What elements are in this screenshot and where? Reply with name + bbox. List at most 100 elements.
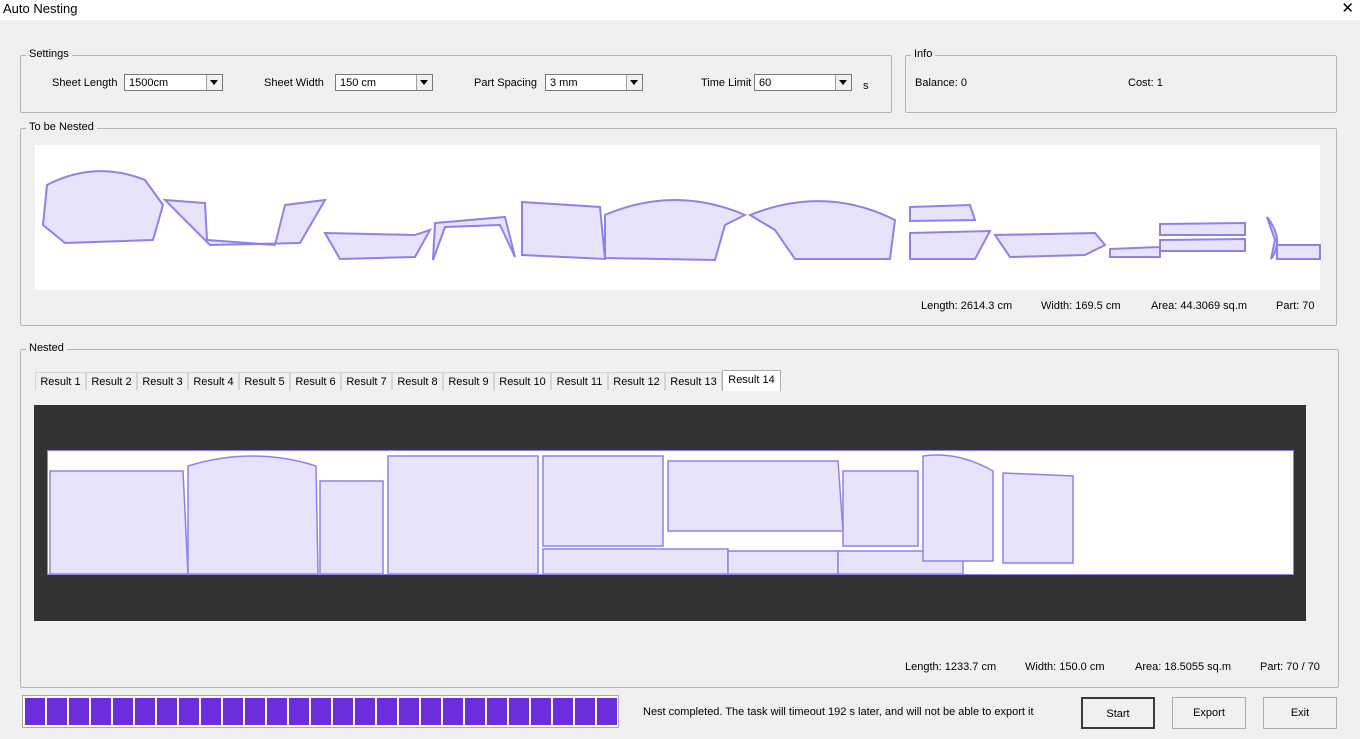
window-title: Auto Nesting: [3, 1, 78, 16]
tab-result-6[interactable]: Result 6: [290, 372, 341, 390]
part-shape: [604, 199, 748, 262]
tbn-width: Width: 169.5 cm: [1041, 300, 1121, 312]
settings-legend: Settings: [26, 48, 72, 60]
part-shape: [162, 198, 327, 247]
progress-segment: [135, 698, 155, 725]
start-button[interactable]: Start: [1081, 697, 1155, 729]
nested-sheet: [47, 450, 1294, 575]
title-bar: Auto Nesting ✕: [0, 0, 1360, 20]
part-shape: [542, 548, 729, 575]
progress-segment: [113, 698, 133, 725]
part-spacing-select[interactable]: 3 mm: [545, 74, 643, 91]
tab-result-5[interactable]: Result 5: [239, 372, 290, 390]
tab-result-8[interactable]: Result 8: [392, 372, 443, 390]
sheet-width-select[interactable]: 150 cm: [335, 74, 433, 91]
sheet-length-select[interactable]: 1500cm: [124, 74, 223, 91]
parts-preview: [35, 145, 1321, 290]
tbn-area: Area: 44.3069 sq.m: [1151, 300, 1248, 312]
progress-segment: [179, 698, 199, 725]
progress-segment: [421, 698, 441, 725]
progress-segment: [509, 698, 529, 725]
part-shape: [49, 470, 189, 575]
info-legend: Info: [911, 48, 936, 60]
tab-result-4[interactable]: Result 4: [188, 372, 239, 390]
progress-segment: [245, 698, 265, 725]
progress-segment: [443, 698, 463, 725]
export-button[interactable]: Export: [1172, 697, 1246, 729]
part-shape: [1266, 216, 1278, 260]
tab-result-10[interactable]: Result 10: [494, 372, 551, 390]
chevron-down-icon[interactable]: [206, 75, 222, 90]
part-shape: [1109, 245, 1161, 258]
tab-result-1[interactable]: Result 1: [35, 372, 86, 390]
status-text: Nest completed. The task will timeout 19…: [643, 706, 1034, 718]
to-be-nested-legend: To be Nested: [26, 121, 97, 133]
part-spacing-value: 3 mm: [550, 77, 578, 89]
progress-segment: [69, 698, 89, 725]
tbn-parts: Part: 70: [1276, 300, 1315, 312]
progress-segment: [597, 698, 617, 725]
chevron-down-icon[interactable]: [416, 75, 432, 90]
time-limit-value: 60: [759, 77, 772, 89]
sheet-width-value: 150 cm: [340, 77, 377, 89]
tab-result-3[interactable]: Result 3: [137, 372, 188, 390]
part-shape: [323, 228, 433, 261]
sheet-length-label: Sheet Length: [52, 77, 118, 89]
part-shape: [387, 455, 539, 575]
nested-area: Area: 18.5055 sq.m: [1135, 661, 1232, 673]
exit-button[interactable]: Exit: [1263, 697, 1337, 729]
progress-segment: [289, 698, 309, 725]
part-shape: [1159, 221, 1246, 236]
sheet-width-label: Sheet Width: [264, 77, 324, 89]
part-shape: [922, 454, 994, 562]
progress-segment: [575, 698, 595, 725]
close-icon[interactable]: ✕: [1341, 0, 1354, 17]
progress-segment: [399, 698, 419, 725]
progress-segment: [201, 698, 221, 725]
time-limit-select[interactable]: 60: [754, 74, 852, 91]
chevron-down-icon[interactable]: [835, 75, 851, 90]
progress-segment: [157, 698, 177, 725]
nested-parts: Part: 70 / 70: [1260, 661, 1320, 673]
part-shape: [521, 200, 607, 261]
part-shape: [1276, 244, 1321, 260]
tab-result-9[interactable]: Result 9: [443, 372, 494, 390]
sheet-length-value: 1500cm: [129, 77, 169, 89]
part-shape: [1002, 472, 1074, 564]
chevron-down-icon[interactable]: [626, 75, 642, 90]
tab-result-2[interactable]: Result 2: [86, 372, 137, 390]
nested-parts-shapes: [49, 454, 1074, 575]
part-shape: [319, 480, 384, 575]
tab-result-11[interactable]: Result 11: [551, 372, 608, 390]
cost-text: Cost: 1: [1128, 77, 1163, 89]
nested-width: Width: 150.0 cm: [1025, 661, 1105, 673]
time-limit-unit: s: [863, 80, 869, 92]
part-spacing-label: Part Spacing: [474, 77, 537, 89]
progress-segment: [333, 698, 353, 725]
balance-text: Balance: 0: [915, 77, 967, 89]
nested-length: Length: 1233.7 cm: [905, 661, 997, 673]
tbn-length: Length: 2614.3 cm: [921, 300, 1013, 312]
progress-segment: [25, 698, 45, 725]
progress-segment: [553, 698, 573, 725]
progress-segment: [47, 698, 67, 725]
part-shape: [187, 455, 319, 575]
progress-segment: [223, 698, 243, 725]
part-shape: [432, 215, 516, 261]
progress-segment: [267, 698, 287, 725]
part-shape: [1159, 237, 1246, 252]
info-group: Info Balance: 0 Cost: 1: [905, 48, 1337, 113]
part-shape: [747, 200, 897, 260]
progress-segment: [531, 698, 551, 725]
part-shape: [842, 470, 919, 547]
tab-result-13[interactable]: Result 13: [665, 372, 722, 390]
parts-preview-shapes: [41, 170, 1321, 262]
tab-result-12[interactable]: Result 12: [608, 372, 665, 390]
part-shape: [667, 460, 844, 532]
progress-segment: [311, 698, 331, 725]
progress-bar: [22, 695, 619, 728]
tab-result-14[interactable]: Result 14: [722, 370, 781, 391]
tab-result-7[interactable]: Result 7: [341, 372, 392, 390]
progress-segment: [487, 698, 507, 725]
progress-segment: [91, 698, 111, 725]
